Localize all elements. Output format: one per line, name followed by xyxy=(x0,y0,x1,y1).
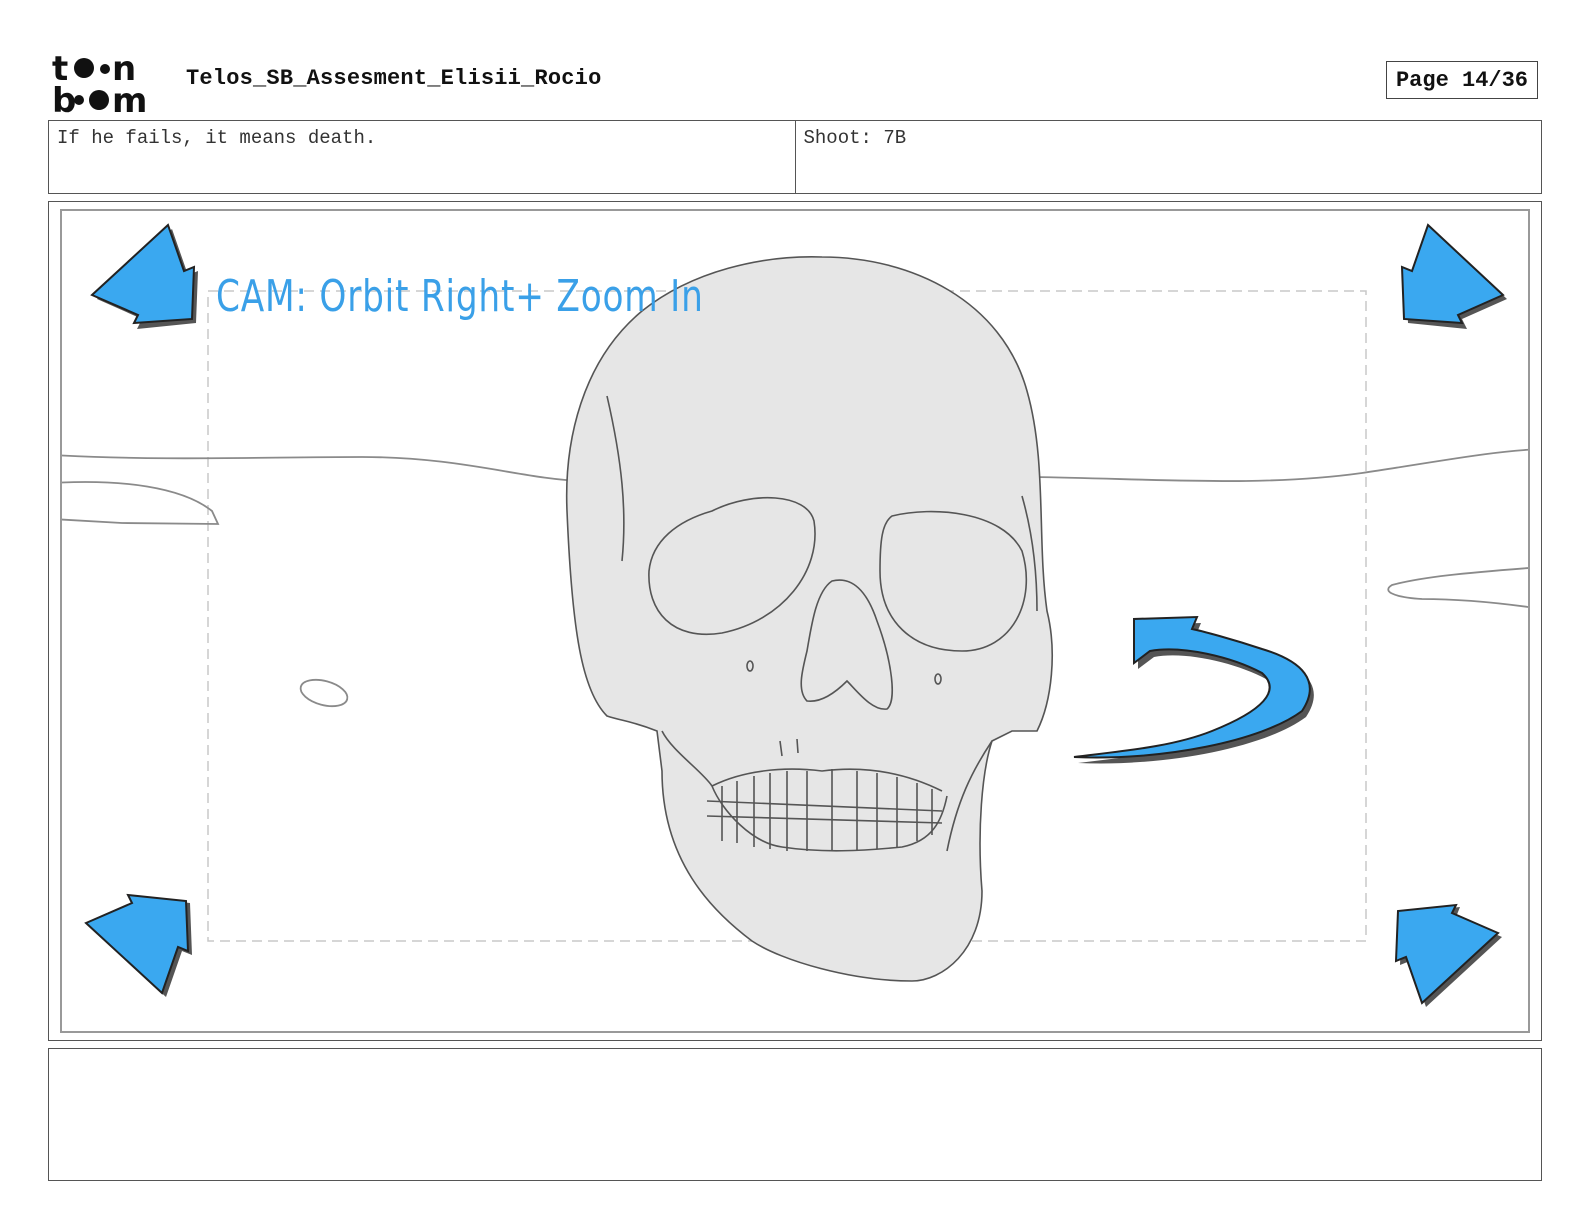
svg-text:m: m xyxy=(112,81,147,114)
corner-arrow-bottom-right-icon xyxy=(1394,903,1502,1007)
corner-arrow-top-right-icon xyxy=(1400,223,1507,329)
page-indicator: Page 14/36 xyxy=(1386,61,1538,99)
skull-drawing xyxy=(565,256,1053,982)
storyboard-panel-image: CAM: Orbit Right+ Zoom In xyxy=(60,209,1530,1033)
corner-arrow-top-left-icon xyxy=(90,223,198,329)
orbit-right-arrow-icon xyxy=(1073,615,1314,764)
dialogue-text: If he fails, it means death. xyxy=(57,127,377,149)
toon-boom-logo: t n b m xyxy=(52,50,147,114)
corner-arrow-bottom-left-icon xyxy=(84,893,192,997)
shot-label: Shoot: 7B xyxy=(794,121,1542,193)
panel-caption-row: If he fails, it means death. Shoot: 7B xyxy=(48,120,1542,194)
camera-direction-note: CAM: Orbit Right+ Zoom In xyxy=(216,271,704,322)
panel-notes-box xyxy=(48,1048,1542,1181)
document-title: Telos_SB_Assesment_Elisii_Rocio xyxy=(186,66,602,91)
svg-text:b: b xyxy=(52,81,76,114)
panel-drawing xyxy=(62,223,1528,1007)
